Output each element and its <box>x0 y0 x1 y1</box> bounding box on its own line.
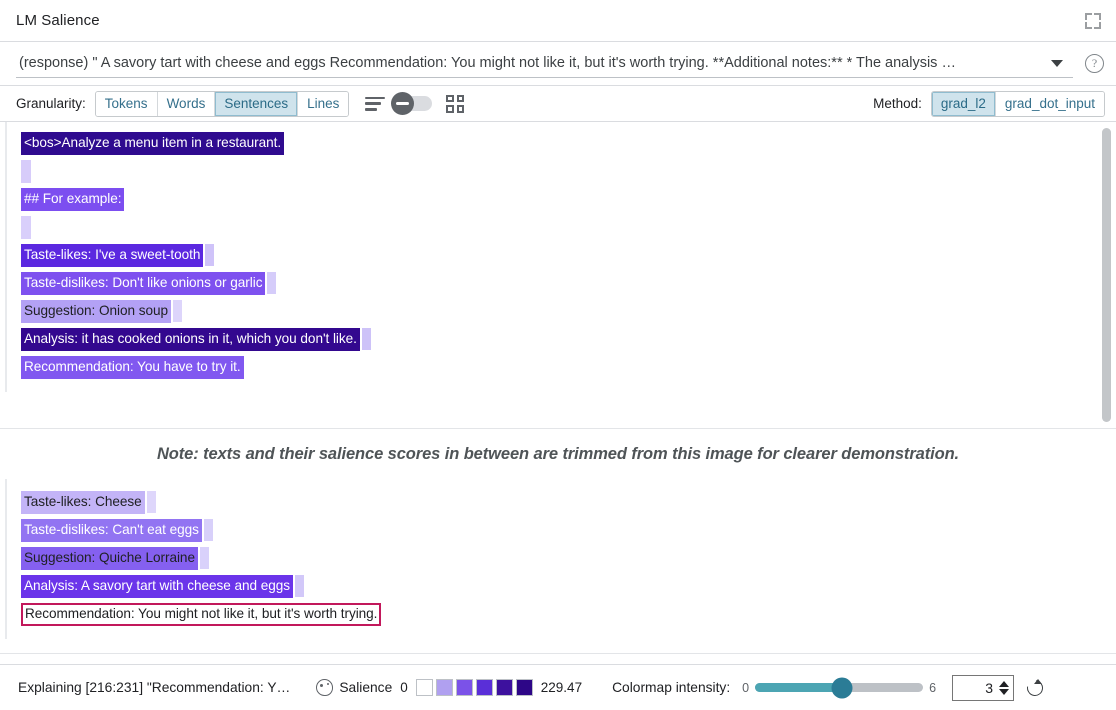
salience-segment[interactable] <box>21 216 31 239</box>
salience-swatch <box>516 679 533 696</box>
expand-icon[interactable] <box>1084 12 1102 30</box>
salience-whitespace-segment[interactable] <box>147 491 156 513</box>
salience-segment[interactable]: Taste-dislikes: Don't like onions or gar… <box>21 272 265 295</box>
granularity-option-tokens[interactable]: Tokens <box>96 92 158 116</box>
slider-fill <box>755 683 842 692</box>
salience-whitespace-segment[interactable] <box>295 575 304 597</box>
help-circle-icon[interactable]: ? <box>1085 54 1104 73</box>
colormap-intensity-label: Colormap intensity: <box>612 680 730 695</box>
salience-color-swatches <box>416 679 533 696</box>
response-select[interactable]: (response) " A savory tart with cheese a… <box>16 50 1073 78</box>
salience-legend-label: Salience <box>339 680 392 695</box>
chevron-down-icon[interactable] <box>1051 60 1063 67</box>
stepper-value: 3 <box>965 680 993 696</box>
salience-segment[interactable]: Taste-likes: Cheese <box>21 491 145 514</box>
salience-whitespace-segment[interactable] <box>204 519 213 541</box>
salience-whitespace-segment[interactable] <box>362 328 371 350</box>
salience-whitespace-segment[interactable] <box>205 244 214 266</box>
salience-swatch <box>436 679 453 696</box>
salience-line[interactable]: Recommendation: You might not like it, b… <box>21 603 1116 631</box>
salience-swatch <box>476 679 493 696</box>
salience-segment[interactable] <box>21 160 31 183</box>
salience-segment[interactable]: ## For example: <box>21 188 124 211</box>
salience-line[interactable]: Taste-dislikes: Don't like onions or gar… <box>21 272 1116 300</box>
salience-scale-min: 0 <box>400 680 408 695</box>
granularity-option-lines[interactable]: Lines <box>298 92 348 116</box>
salience-swatch <box>496 679 513 696</box>
salience-line[interactable] <box>21 216 1116 244</box>
salience-panel-top[interactable]: <bos>Analyze a menu item in a restaurant… <box>0 122 1116 429</box>
salience-line[interactable]: ## For example: <box>21 188 1116 216</box>
salience-segment[interactable]: Analysis: A savory tart with cheese and … <box>21 575 293 598</box>
reset-icon[interactable] <box>1026 679 1044 697</box>
demo-note: Note: texts and their salience scores in… <box>0 429 1116 479</box>
salience-swatch <box>416 679 433 696</box>
slider-min-label: 0 <box>742 681 749 695</box>
titlebar: LM Salience <box>0 0 1116 42</box>
slider-max-label: 6 <box>929 681 936 695</box>
salience-segment[interactable]: Suggestion: Quiche Lorraine <box>21 547 198 570</box>
granularity-label: Granularity: <box>16 96 86 111</box>
salience-line[interactable]: Analysis: it has cooked onions in it, wh… <box>21 328 1116 356</box>
salience-panel-bottom[interactable]: Taste-likes: Cheese Taste-dislikes: Can't… <box>0 479 1116 654</box>
salience-segment[interactable]: Taste-likes: I've a sweet-tooth <box>21 244 203 267</box>
salience-segment[interactable]: Suggestion: Onion soup <box>21 300 171 323</box>
colormap-intensity-slider[interactable] <box>755 683 923 692</box>
salience-line[interactable]: Recommendation: You have to try it. <box>21 356 1116 384</box>
explaining-label: Explaining [216:231] "Recommendation: Y… <box>18 680 290 695</box>
salience-lines-bottom: Taste-likes: Cheese Taste-dislikes: Can't… <box>5 479 1116 639</box>
salience-whitespace-segment[interactable] <box>200 547 209 569</box>
scrollbar-thumb[interactable] <box>1102 128 1111 422</box>
salience-line[interactable]: Analysis: A savory tart with cheese and … <box>21 575 1116 603</box>
method-label: Method: <box>873 96 922 111</box>
colormap-slider-row: 0 6 <box>742 681 936 695</box>
method-option-grad-dot-input[interactable]: grad_dot_input <box>996 92 1104 116</box>
grid-view-icon[interactable] <box>446 95 464 113</box>
response-select-value: (response) " A savory tart with cheese a… <box>16 55 1043 71</box>
method-option-grad-l2[interactable]: grad_l2 <box>932 92 996 116</box>
page-title: LM Salience <box>16 12 100 29</box>
salience-segment[interactable]: Analysis: it has cooked onions in it, wh… <box>21 328 360 351</box>
controls-bar: Granularity: Tokens Words Sentences Line… <box>0 86 1116 122</box>
lm-salience-app: LM Salience (response) " A savory tart w… <box>0 0 1116 710</box>
salience-line[interactable]: Taste-dislikes: Can't eat eggs <box>21 519 1116 547</box>
stepper-arrows[interactable] <box>999 681 1009 695</box>
granularity-option-words[interactable]: Words <box>158 92 216 116</box>
slider-handle[interactable] <box>832 677 853 698</box>
display-mode-toggle[interactable] <box>394 96 432 111</box>
status-bar: Explaining [216:231] "Recommendation: Y…… <box>0 664 1116 710</box>
salience-line[interactable]: <bos>Analyze a menu item in a restaurant… <box>21 132 1116 160</box>
salience-line[interactable]: Taste-likes: Cheese <box>21 491 1116 519</box>
vertical-scrollbar-top[interactable] <box>1102 128 1111 422</box>
colormap-intensity-stepper[interactable]: 3 <box>952 675 1014 701</box>
lines-icon[interactable] <box>365 97 385 111</box>
selector-bar: (response) " A savory tart with cheese a… <box>0 42 1116 86</box>
salience-segment[interactable]: Recommendation: You have to try it. <box>21 356 244 379</box>
salience-whitespace-segment[interactable] <box>267 272 276 294</box>
method-button-group: grad_l2 grad_dot_input <box>931 91 1105 117</box>
salience-line[interactable]: Suggestion: Onion soup <box>21 300 1116 328</box>
salience-line[interactable]: Taste-likes: I've a sweet-tooth <box>21 244 1116 272</box>
salience-lines-top: <bos>Analyze a menu item in a restaurant… <box>5 122 1116 392</box>
salience-line[interactable]: Suggestion: Quiche Lorraine <box>21 547 1116 575</box>
salience-scale-max: 229.47 <box>541 680 582 695</box>
granularity-option-sentences[interactable]: Sentences <box>215 92 298 116</box>
palette-icon <box>316 679 333 696</box>
salience-segment[interactable]: <bos>Analyze a menu item in a restaurant… <box>21 132 284 155</box>
salience-whitespace-segment[interactable] <box>173 300 182 322</box>
salience-segment[interactable]: Recommendation: You might not like it, b… <box>21 603 381 626</box>
granularity-button-group: Tokens Words Sentences Lines <box>95 91 350 117</box>
salience-swatch <box>456 679 473 696</box>
toggle-knob <box>391 92 414 115</box>
salience-line[interactable] <box>21 160 1116 188</box>
salience-segment[interactable]: Taste-dislikes: Can't eat eggs <box>21 519 202 542</box>
